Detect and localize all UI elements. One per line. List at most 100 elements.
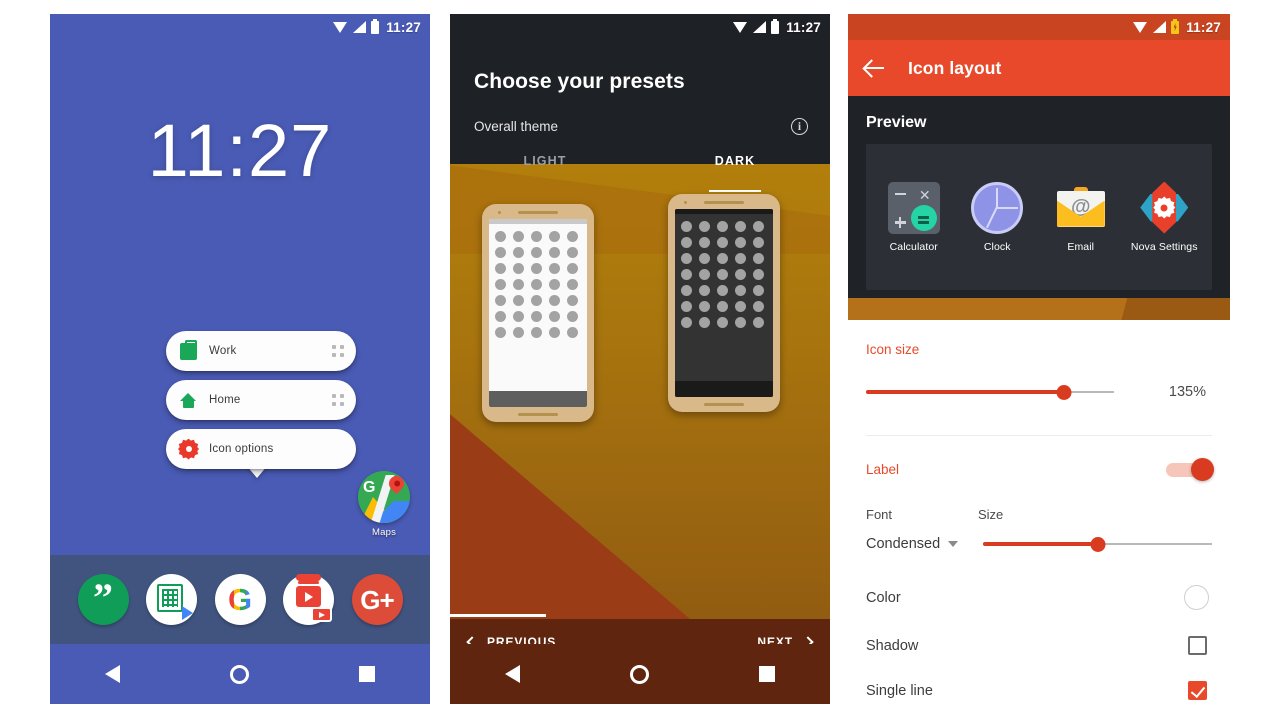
drag-handle-icon[interactable] bbox=[332, 345, 344, 357]
screenshot-stage: 11:27 11:27 Work Home Icon options G Map… bbox=[0, 0, 1280, 720]
status-bar: 11:27 bbox=[50, 14, 430, 40]
signal-icon bbox=[1153, 21, 1167, 33]
preview-app-label: Email bbox=[1067, 240, 1095, 253]
divider bbox=[866, 435, 1212, 436]
font-size-column-headers: Font Size bbox=[866, 507, 1212, 522]
status-time: 11:27 bbox=[786, 19, 821, 35]
info-icon[interactable]: i bbox=[791, 118, 808, 135]
icon-size-value: 135% bbox=[1168, 384, 1206, 400]
font-and-size-row: Condensed bbox=[866, 535, 1212, 553]
label-toggle-row[interactable]: Label bbox=[866, 457, 1214, 481]
preview-app-clock[interactable]: Clock bbox=[958, 181, 1036, 253]
signal-icon bbox=[353, 21, 367, 33]
nova-settings-icon bbox=[1138, 181, 1190, 234]
size-column-header: Size bbox=[978, 507, 1004, 522]
preview-icon-grid bbox=[489, 224, 587, 345]
app-icon-label: Maps bbox=[371, 527, 397, 538]
preview-app-email[interactable]: @ Email bbox=[1042, 182, 1120, 253]
settings-list: Icon size 135% Label Font Size Condensed… bbox=[848, 320, 1230, 704]
color-row[interactable]: Color bbox=[866, 585, 1212, 610]
single-line-row[interactable]: Single line bbox=[866, 681, 1212, 700]
shadow-row[interactable]: Shadow bbox=[866, 636, 1212, 655]
font-size-slider[interactable] bbox=[983, 535, 1212, 553]
calculator-icon: ✕ bbox=[887, 181, 940, 234]
home-button[interactable] bbox=[230, 664, 249, 684]
email-icon: @ bbox=[1055, 182, 1107, 234]
status-bar: 11:27 bbox=[848, 14, 1230, 40]
preview-app-nova-settings[interactable]: Nova Settings bbox=[1125, 181, 1203, 253]
icon-size-row: 135% bbox=[866, 383, 1212, 401]
dock: G G+ bbox=[50, 555, 430, 644]
phone-panel-home-screen: 11:27 11:27 Work Home Icon options G Map… bbox=[50, 14, 430, 704]
phone-panel-choose-presets: 11:27 Choose your presets Overall theme … bbox=[450, 14, 830, 704]
font-value: Condensed bbox=[866, 536, 941, 552]
wifi-icon bbox=[1133, 21, 1148, 33]
navigation-bar bbox=[50, 644, 430, 704]
play-store-icon[interactable] bbox=[146, 574, 197, 625]
preview-app-calculator[interactable]: ✕ Calculator bbox=[875, 181, 953, 253]
signal-icon bbox=[753, 21, 767, 33]
shortcut-item-icon-options[interactable]: Icon options bbox=[166, 429, 356, 469]
app-bar: Icon layout bbox=[848, 40, 1230, 96]
preview-app-label: Nova Settings bbox=[1130, 240, 1198, 253]
theme-preview-dark[interactable] bbox=[668, 194, 780, 412]
wifi-icon bbox=[733, 21, 748, 33]
clock-icon bbox=[971, 181, 1024, 234]
google-search-icon[interactable]: G bbox=[214, 574, 266, 625]
status-time: 11:27 bbox=[386, 19, 421, 35]
maps-icon: G bbox=[358, 471, 410, 523]
back-button[interactable] bbox=[105, 665, 120, 683]
preview-heading: Preview bbox=[866, 114, 927, 131]
shadow-checkbox[interactable] bbox=[1188, 636, 1207, 655]
phone-panel-icon-layout: 11:27 Icon layout Preview ✕ Calculator C… bbox=[848, 14, 1230, 704]
briefcase-icon bbox=[180, 339, 197, 360]
page-title: Choose your presets bbox=[474, 70, 685, 93]
tab-dark[interactable]: DARK bbox=[640, 154, 830, 186]
app-icon-maps[interactable]: G Maps bbox=[356, 471, 412, 538]
battery-icon bbox=[371, 18, 380, 34]
shortcut-item-work[interactable]: Work bbox=[166, 331, 356, 371]
preview-section: Preview ✕ Calculator Clock @ Email Nova … bbox=[848, 96, 1230, 320]
theme-tab-bar: LIGHT DARK bbox=[450, 154, 830, 186]
status-bar: 11:27 bbox=[450, 14, 830, 40]
wifi-icon bbox=[333, 21, 348, 33]
font-dropdown[interactable]: Condensed bbox=[866, 536, 978, 552]
battery-icon bbox=[771, 18, 780, 34]
shortcut-label: Home bbox=[209, 394, 241, 406]
chevron-down-icon bbox=[948, 541, 959, 547]
gear-icon bbox=[180, 440, 197, 458]
theme-preview-light[interactable] bbox=[482, 204, 594, 422]
label-heading: Label bbox=[866, 462, 900, 477]
preview-app-label: Calculator bbox=[889, 240, 938, 253]
shadow-label: Shadow bbox=[866, 637, 919, 654]
icon-size-heading: Icon size bbox=[866, 342, 920, 357]
color-label: Color bbox=[866, 589, 901, 606]
battery-charging-icon bbox=[1171, 18, 1180, 34]
preview-icon-grid bbox=[675, 214, 773, 335]
color-swatch[interactable] bbox=[1184, 585, 1209, 610]
drag-handle-icon[interactable] bbox=[332, 394, 344, 406]
navigation-bar bbox=[450, 644, 830, 704]
shortcut-label: Icon options bbox=[209, 443, 274, 455]
icon-size-slider[interactable] bbox=[866, 383, 1114, 401]
home-button[interactable] bbox=[630, 664, 649, 684]
preview-app-label: Clock bbox=[983, 240, 1011, 253]
shortcut-label: Work bbox=[209, 345, 237, 357]
back-button[interactable] bbox=[505, 665, 520, 683]
tab-light[interactable]: LIGHT bbox=[450, 154, 640, 186]
page-title: Icon layout bbox=[908, 57, 1002, 78]
label-toggle-switch[interactable] bbox=[1166, 457, 1214, 481]
font-column-header: Font bbox=[866, 507, 893, 522]
shortcut-item-home[interactable]: Home bbox=[166, 380, 356, 420]
hangouts-icon[interactable] bbox=[77, 574, 129, 625]
recents-button[interactable] bbox=[759, 666, 775, 682]
google-plus-icon[interactable]: G+ bbox=[351, 574, 403, 625]
back-arrow-icon[interactable] bbox=[864, 57, 886, 79]
preview-card: ✕ Calculator Clock @ Email Nova Settings bbox=[866, 144, 1212, 290]
home-clock-widget[interactable]: 11:27 bbox=[50, 114, 430, 188]
youtube-music-icon[interactable] bbox=[283, 574, 334, 625]
recents-button[interactable] bbox=[359, 666, 375, 682]
house-icon bbox=[180, 392, 197, 409]
single-line-checkbox[interactable] bbox=[1188, 681, 1207, 700]
single-line-label: Single line bbox=[866, 682, 933, 699]
